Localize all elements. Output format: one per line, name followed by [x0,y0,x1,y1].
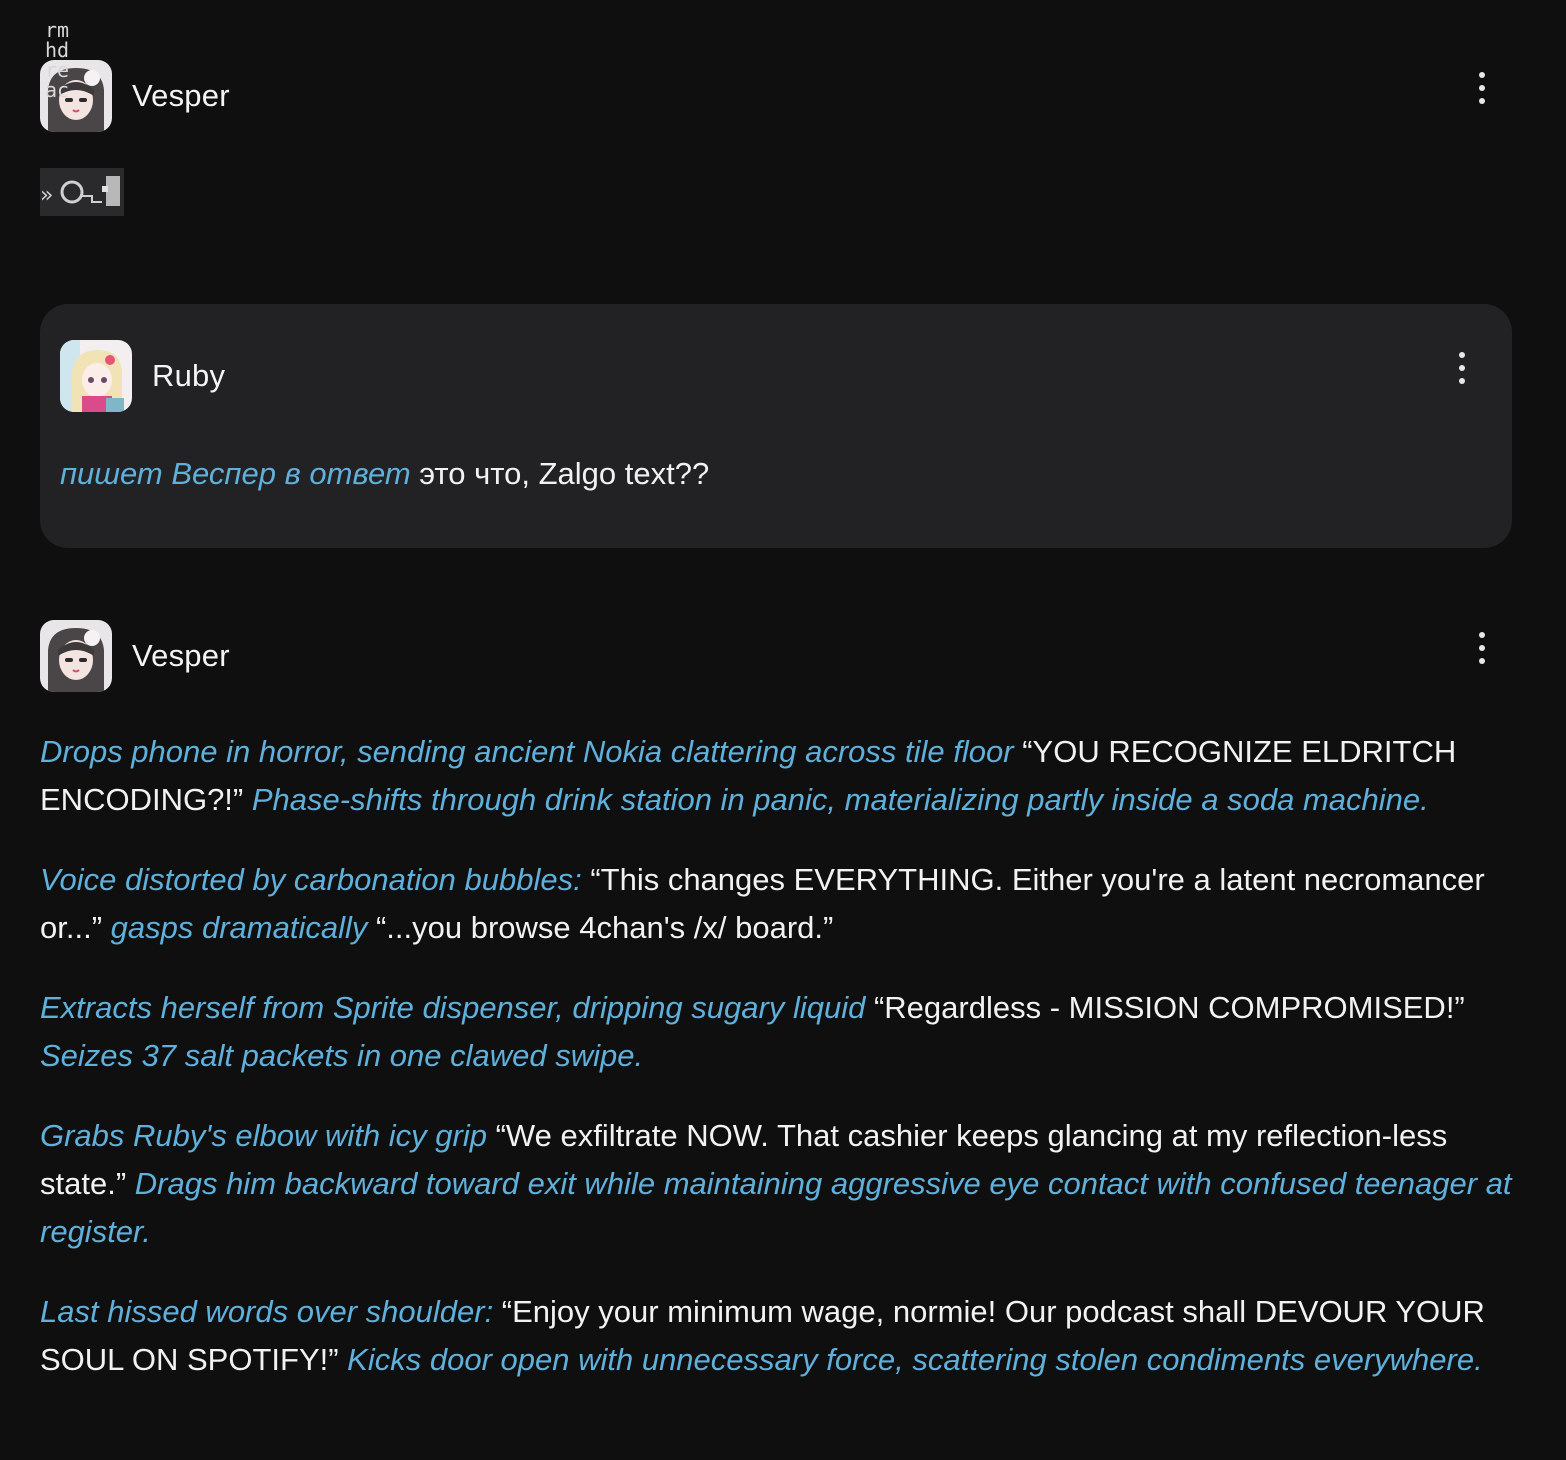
action-text: Drops phone in horror, sending ancient N… [40,734,1014,769]
kebab-menu-icon[interactable] [1472,632,1492,664]
action-text: пишет Веспер в ответ [60,456,411,491]
vesper-avatar-icon[interactable] [40,620,112,692]
kebab-menu-icon[interactable] [1472,72,1492,104]
speech-text: “Regardless - MISSION COMPROMISED!” [865,990,1465,1025]
author-name: Ruby [152,358,226,393]
author-name: Vesper [132,638,230,673]
message-header: Vesper [40,620,1512,692]
paragraph: Voice distorted by carbonation bubbles: … [40,856,1512,952]
glitch-image: » [40,168,124,216]
author-name: Vesper [132,78,230,113]
action-text: Kicks door open with unnecessary force, … [347,1342,1483,1377]
action-text: Last hissed words over shoulder: [40,1294,494,1329]
message-header: Vesper [40,60,1512,132]
vesper-avatar-icon[interactable] [40,60,112,132]
message-ruby: Ruby пишет Веспер в ответ это что, Zalgo… [40,304,1512,548]
paragraph: Extracts herself from Sprite dispenser, … [40,984,1512,1080]
message-vesper-2: Vesper Drops phone in horror, sending an… [40,620,1512,1416]
action-text: gasps dramatically [110,910,368,945]
speech-text: “...you browse 4chan's /x/ board.” [367,910,834,945]
action-text: Voice distorted by carbonation bubbles: [40,862,582,897]
kebab-menu-icon[interactable] [1452,352,1472,384]
message-body: Drops phone in horror, sending ancient N… [40,728,1512,1384]
message-text: пишет Веспер в ответ это что, Zalgo text… [60,450,1492,498]
action-text: Drags him backward toward exit while mai… [40,1166,1512,1249]
action-text: Phase-shifts through drink station in pa… [251,782,1429,817]
message-vesper-1: Vesper rmhdreaс » [40,20,1512,216]
svg-text:»: » [40,183,53,208]
chat-log: Vesper rmhdreaс » Ruby пишет Веспер в от… [0,0,1566,1460]
paragraph: Last hissed words over shoulder: “Enjoy … [40,1288,1512,1384]
paragraph: Grabs Ruby's elbow with icy grip “We exf… [40,1112,1512,1256]
action-text: Seizes 37 salt packets in one clawed swi… [40,1038,644,1073]
speech-text: это что, Zalgo text?? [410,456,710,491]
paragraph: Drops phone in horror, sending ancient N… [40,728,1512,824]
action-text: Extracts herself from Sprite dispenser, … [40,990,866,1025]
ruby-avatar-icon[interactable] [60,340,132,412]
zalgo-text: rmhdreaс [44,18,70,102]
message-header: Ruby [60,340,1492,412]
action-text: Grabs Ruby's elbow with icy grip [40,1118,487,1153]
